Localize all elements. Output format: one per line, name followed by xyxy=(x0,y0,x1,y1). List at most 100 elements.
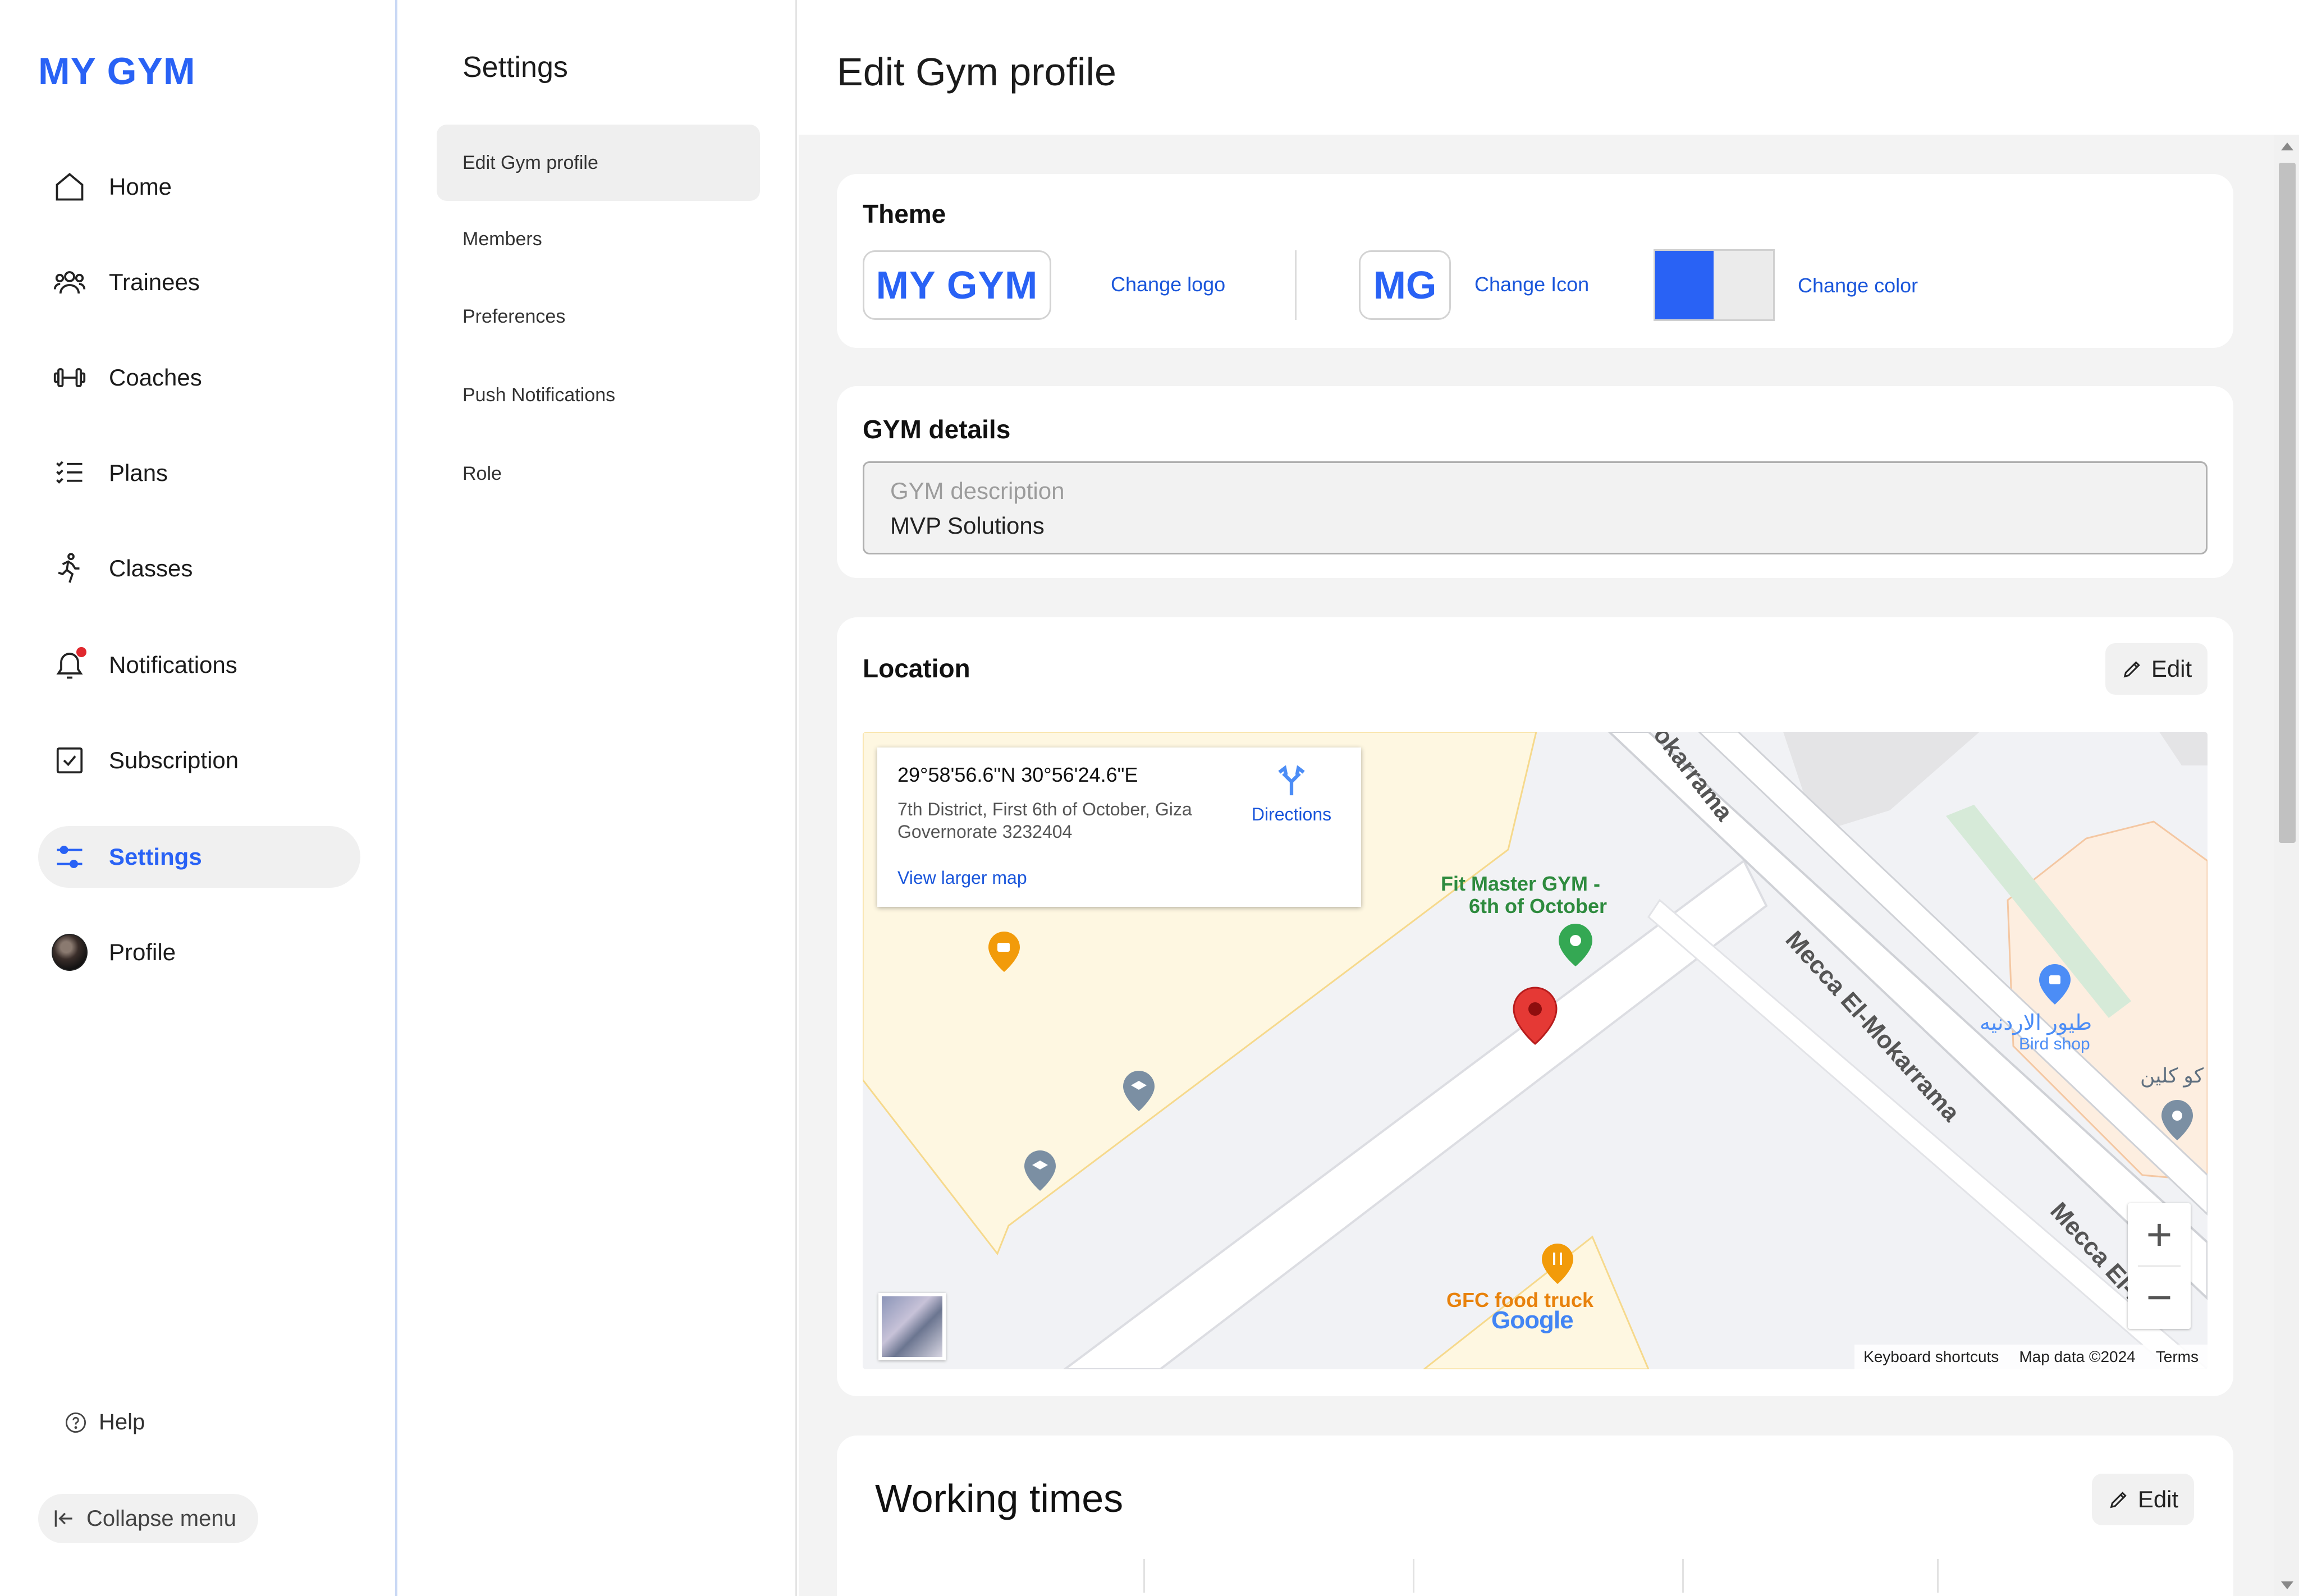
settings-item-role[interactable]: Role xyxy=(437,435,760,512)
edit-label: Edit xyxy=(2151,655,2192,682)
avatar xyxy=(52,934,88,971)
sidebar-item-plans[interactable]: Plans xyxy=(38,442,360,504)
sidebar-item-label: Trainees xyxy=(109,269,200,295)
working-times-card: Working times Edit xyxy=(837,1436,2233,1596)
working-times-title: Working times xyxy=(875,1476,1124,1520)
dumbbell-icon xyxy=(52,360,88,396)
home-icon xyxy=(52,169,88,205)
gym-place-label: Fit Master GYM - xyxy=(1441,872,1601,895)
brand-logo[interactable]: MY GYM xyxy=(38,49,196,93)
address: 7th District, First 6th of October, Giza… xyxy=(897,799,1192,842)
sidebar-item-label: Plans xyxy=(109,460,168,486)
satellite-toggle[interactable] xyxy=(878,1293,946,1360)
zoom-out-button[interactable]: − xyxy=(2128,1266,2191,1329)
sidebar-item-label: Coaches xyxy=(109,364,202,391)
gym-description-value: MVP Solutions xyxy=(890,512,1045,539)
settings-item-push-notifications[interactable]: Push Notifications xyxy=(437,357,760,433)
location-card: Location Edit Mecca El-Mokarrama Mecca E… xyxy=(837,617,2233,1396)
settings-menu: Settings Edit Gym profile Members Prefer… xyxy=(400,0,797,1596)
directions-button[interactable]: Directions xyxy=(1241,765,1342,825)
help-icon xyxy=(65,1412,86,1433)
collapse-icon xyxy=(54,1510,72,1527)
sidebar-item-label: Settings xyxy=(109,843,202,870)
change-logo-link[interactable]: Change logo xyxy=(1111,273,1225,296)
gym-place-label-2: 6th of October xyxy=(1469,895,1608,918)
sidebar-item-coaches[interactable]: Coaches xyxy=(38,347,360,409)
collapse-menu-button[interactable]: Collapse menu xyxy=(38,1494,258,1543)
change-icon-link[interactable]: Change Icon xyxy=(1474,273,1589,296)
sidebar-item-label: Home xyxy=(109,173,172,200)
settings-item-edit-gym-profile[interactable]: Edit Gym profile xyxy=(437,125,760,201)
sidebar-item-home[interactable]: Home xyxy=(38,156,360,218)
pencil-icon xyxy=(2110,1492,2127,1508)
sidebar-item-label: Notifications xyxy=(109,652,237,678)
checkbox-icon xyxy=(52,742,88,778)
directions-label: Directions xyxy=(1251,804,1332,824)
scrollbar[interactable] xyxy=(2274,135,2299,1596)
column-divider xyxy=(1413,1559,1414,1593)
sidebar-item-label: Classes xyxy=(109,555,193,581)
help-label: Help xyxy=(99,1410,145,1434)
location-map[interactable]: Mecca El-Mokarrama Mecca El-Mo okarrama … xyxy=(863,732,2208,1369)
map-data-text: Map data ©2024 xyxy=(2019,1348,2136,1365)
settings-item-members[interactable]: Members xyxy=(437,201,760,277)
icon-preview: MG xyxy=(1359,250,1451,320)
zoom-in-button[interactable]: + xyxy=(2128,1203,2191,1266)
gym-description-label: GYM description xyxy=(890,478,1065,504)
scroll-up-arrow[interactable] xyxy=(2281,143,2293,150)
sliders-icon xyxy=(52,839,88,875)
sidebar-item-label: Profile xyxy=(109,939,176,965)
pencil-icon xyxy=(2123,661,2140,678)
terms-link[interactable]: Terms xyxy=(2156,1348,2199,1366)
collapse-label: Collapse menu xyxy=(86,1506,236,1531)
edit-location-button[interactable]: Edit xyxy=(2105,643,2208,695)
sidebar-item-profile[interactable]: Profile xyxy=(38,921,360,983)
main-sidebar: MY GYM Home Trainees Coaches Plans Class… xyxy=(0,0,397,1596)
change-color-link[interactable]: Change color xyxy=(1798,274,1918,297)
column-divider xyxy=(1143,1559,1145,1593)
color-swatch[interactable] xyxy=(1654,249,1775,321)
sidebar-item-subscription[interactable]: Subscription xyxy=(38,730,360,791)
theme-title: Theme xyxy=(863,199,946,228)
settings-item-preferences[interactable]: Preferences xyxy=(437,278,760,355)
divider xyxy=(1295,250,1297,320)
scroll-down-arrow[interactable] xyxy=(2281,1581,2293,1589)
logo-preview: MY GYM xyxy=(863,250,1051,320)
edit-working-times-button[interactable]: Edit xyxy=(2092,1474,2194,1525)
column-divider xyxy=(1682,1559,1684,1593)
theme-card: Theme MY GYM Change logo MG Change Icon … xyxy=(837,174,2233,348)
settings-title: Settings xyxy=(462,51,568,84)
view-larger-map-link[interactable]: View larger map xyxy=(897,868,1027,888)
checklist-icon xyxy=(52,455,88,491)
edit-label: Edit xyxy=(2137,1486,2179,1512)
sidebar-item-trainees[interactable]: Trainees xyxy=(38,251,360,313)
gym-details-card: GYM details GYM description MVP Solution… xyxy=(837,386,2233,578)
users-icon xyxy=(52,264,88,300)
bell-icon xyxy=(52,647,88,683)
gym-description-field[interactable]: GYM description MVP Solutions xyxy=(863,461,2208,554)
sidebar-item-notifications[interactable]: Notifications xyxy=(38,634,360,696)
notification-badge-dot xyxy=(76,647,86,657)
map-attribution: Keyboard shortcuts Map data ©2024 Terms xyxy=(1854,1345,2208,1369)
sidebar-item-settings[interactable]: Settings xyxy=(38,826,360,888)
place-ar-label: كو كلين xyxy=(2140,1064,2204,1087)
bird-shop-ar-label: طيور الاردنيه xyxy=(1980,1011,2092,1035)
coordinates: 29°58'56.6"N 30°56'24.6"E xyxy=(897,763,1138,786)
directions-icon xyxy=(1278,765,1305,796)
main-content: Edit Gym profile Theme MY GYM Change log… xyxy=(799,0,2299,1596)
map-info-card: 29°58'56.6"N 30°56'24.6"E 7th District, … xyxy=(877,747,1361,907)
help-link[interactable]: Help xyxy=(64,1410,145,1435)
sidebar-item-label: Subscription xyxy=(109,747,239,773)
main-header: Edit Gym profile xyxy=(799,0,2299,135)
zoom-controls: + − xyxy=(2128,1203,2191,1329)
google-logo-text: Google xyxy=(1491,1306,1574,1334)
sidebar-item-classes[interactable]: Classes xyxy=(38,538,360,599)
gym-details-title: GYM details xyxy=(863,415,1011,444)
keyboard-shortcuts-link[interactable]: Keyboard shortcuts xyxy=(1863,1348,1999,1366)
page-title: Edit Gym profile xyxy=(837,50,1116,94)
running-icon xyxy=(52,551,88,586)
location-title: Location xyxy=(863,654,970,683)
scroll-thumb[interactable] xyxy=(2279,163,2296,843)
google-logo: Google xyxy=(1491,1306,1574,1334)
bird-shop-label: Bird shop xyxy=(2019,1035,2090,1053)
